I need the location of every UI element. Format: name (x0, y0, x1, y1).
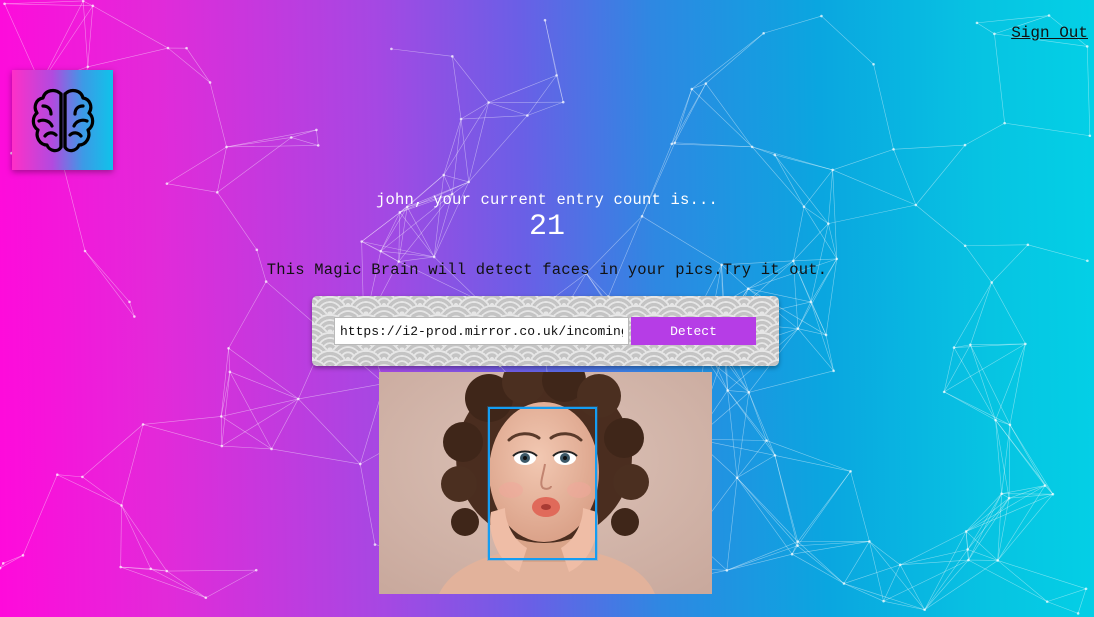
sign-out-link[interactable]: Sign Out (1011, 24, 1088, 42)
face-recognition-result (379, 372, 712, 594)
image-url-input[interactable] (334, 317, 629, 345)
face-bounding-box (488, 407, 597, 560)
entry-count-value: 21 (528, 210, 565, 244)
logo-tilt-card (12, 70, 113, 170)
detect-button[interactable]: Detect (631, 317, 756, 345)
brain-icon (31, 88, 94, 153)
intro-text: This Magic Brain will detect faces in yo… (266, 261, 828, 279)
image-link-form: Detect (312, 296, 779, 366)
entry-count-message: john, your current entry count is... (375, 191, 719, 209)
